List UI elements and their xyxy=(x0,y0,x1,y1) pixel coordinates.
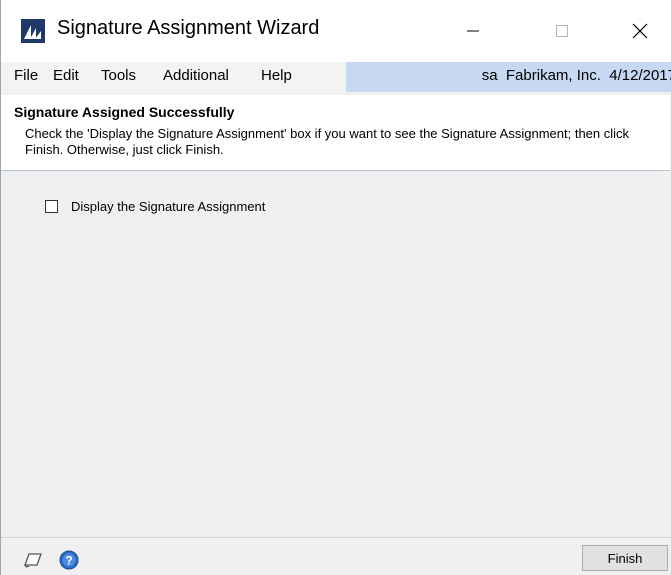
user-company-date: sa Fabrikam, Inc. 4/12/2017 xyxy=(481,67,671,84)
svg-text:?: ? xyxy=(65,554,72,568)
display-signature-label[interactable]: Display the Signature Assignment xyxy=(71,199,265,214)
menu-bar: File Edit Tools Additional Help sa Fabri… xyxy=(1,62,671,92)
maximize-icon xyxy=(556,25,568,37)
minimize-button[interactable] xyxy=(450,8,496,54)
finish-button[interactable]: Finish xyxy=(582,545,668,571)
close-icon xyxy=(632,23,648,39)
wizard-window: Signature Assignment Wizard File Edit To… xyxy=(0,0,671,575)
display-signature-checkbox[interactable] xyxy=(45,199,58,213)
header-description: Check the 'Display the Signature Assignm… xyxy=(25,126,630,157)
help-icon[interactable]: ? xyxy=(59,550,79,570)
close-button[interactable] xyxy=(617,8,663,54)
menu-tools[interactable]: Tools xyxy=(101,67,136,84)
minimize-icon xyxy=(467,30,479,32)
footer-divider xyxy=(1,537,671,538)
menu-help[interactable]: Help xyxy=(261,67,292,84)
display-signature-option[interactable]: Display the Signature Assignment xyxy=(45,198,265,214)
title-bar: Signature Assignment Wizard xyxy=(1,0,671,62)
app-logo-icon xyxy=(21,19,45,43)
menu-edit[interactable]: Edit xyxy=(53,67,79,84)
menu-file[interactable]: File xyxy=(14,67,38,84)
window-title: Signature Assignment Wizard xyxy=(57,17,320,39)
wizard-header: Signature Assigned Successfully Check th… xyxy=(1,95,670,171)
maximize-button[interactable] xyxy=(539,8,585,54)
header-title: Signature Assigned Successfully xyxy=(14,104,235,120)
menu-additional[interactable]: Additional xyxy=(163,67,229,84)
note-icon[interactable] xyxy=(23,550,43,570)
